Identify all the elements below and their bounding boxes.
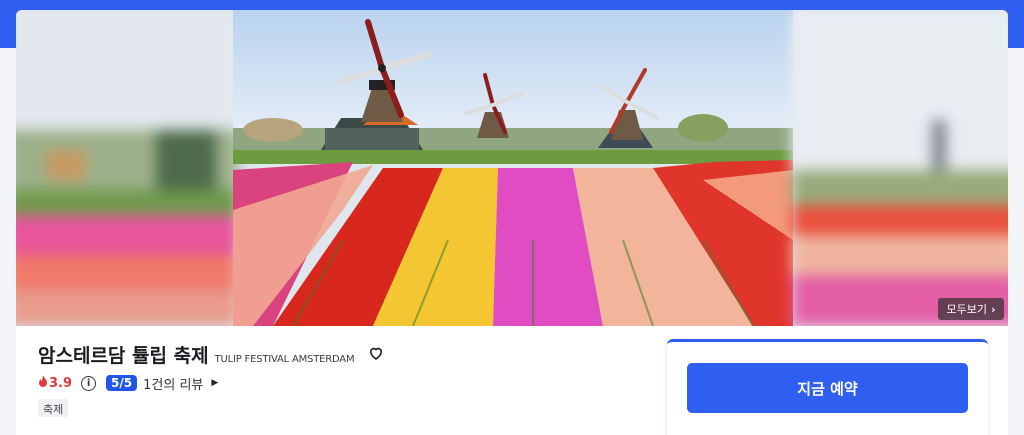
next-photo <box>792 10 1008 326</box>
gallery-next-preview[interactable] <box>792 10 1008 326</box>
heart-icon[interactable] <box>367 344 385 362</box>
category-tag: 축제 <box>38 399 69 417</box>
gallery-prev-preview[interactable] <box>16 10 238 326</box>
fire-score-value: 3.9 <box>49 375 73 391</box>
fire-icon <box>38 375 48 391</box>
rating-row: 3.9 i 5/5 1건의 리뷰 ▶ <box>38 373 218 393</box>
page-subtitle: TULIP FESTIVAL AMSTERDAM <box>214 354 355 365</box>
prev-photo <box>16 10 238 326</box>
score-badge: 5/5 <box>106 375 138 391</box>
view-all-button[interactable]: 모두보기 › <box>938 298 1004 320</box>
main-photo[interactable] <box>233 10 793 326</box>
info-icon[interactable]: i <box>81 375 97 391</box>
review-count: 1건의 리뷰 <box>143 377 204 393</box>
event-title-row: 암스테르담 튤립 축제 TULIP FESTIVAL AMSTERDAM <box>38 341 355 367</box>
book-now-button[interactable]: 지금 예약 <box>687 363 968 413</box>
photo-gallery[interactable]: 모두보기 › <box>16 10 1008 326</box>
view-all-label: 모두보기 <box>946 303 987 316</box>
caret-right-icon: ▶ <box>211 378 219 388</box>
chevron-right-icon: › <box>990 302 996 316</box>
fire-score: 3.9 <box>38 375 72 391</box>
windmills-tulips-image <box>233 10 793 326</box>
booking-panel: 지금 예약 <box>667 339 988 435</box>
review-link[interactable]: 1건의 리뷰 ▶ <box>143 374 218 393</box>
page-title: 암스테르담 튤립 축제 <box>38 345 209 367</box>
